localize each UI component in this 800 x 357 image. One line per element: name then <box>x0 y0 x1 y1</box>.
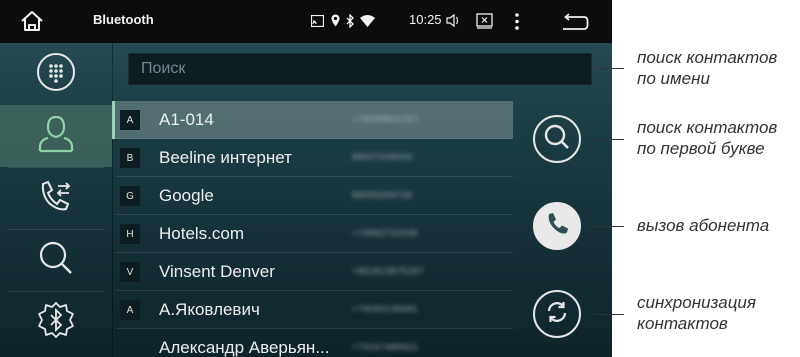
search-input[interactable]: Поиск <box>128 53 592 85</box>
contact-row[interactable]: G Google 88005009726 <box>112 177 513 215</box>
contacts-icon <box>36 113 76 160</box>
head-unit-screen: Bluetooth 10:25 Поиск A A1-014 +79259822… <box>0 0 612 357</box>
contact-phone: +79167489921 <box>352 342 419 352</box>
cast-icon <box>310 14 324 28</box>
callout-search-by-name: поиск контактов по имени <box>637 47 777 89</box>
callout-line-search-by-name <box>596 68 624 69</box>
sidebar-item-contacts[interactable] <box>0 105 112 167</box>
contact-phone: +79259822757 <box>352 114 419 124</box>
back-icon[interactable] <box>561 12 589 32</box>
callout-line-search-by-letter <box>594 139 624 140</box>
callout-sync: синхронизация контактов <box>637 292 756 334</box>
phone-icon <box>544 211 570 242</box>
wifi-icon <box>360 14 375 27</box>
letter-search-button[interactable] <box>533 115 581 163</box>
sidebar-item-search[interactable] <box>0 229 112 291</box>
callout-text: синхронизация <box>637 293 756 312</box>
location-icon <box>330 13 340 28</box>
screenshot-icon[interactable] <box>475 12 493 29</box>
call-log-icon <box>36 177 76 220</box>
contact-row[interactable]: А А.Яковлевич +79055135681 <box>112 291 513 329</box>
contact-name: Александр Аверьян... <box>159 338 330 357</box>
contact-row[interactable]: A A1-014 +79259822757 <box>112 101 513 139</box>
contact-name: Beeline интернет <box>159 148 292 167</box>
contact-row[interactable]: Александр Аверьян... +79167489921 <box>112 329 513 357</box>
sidebar-item-dialpad[interactable] <box>0 43 112 105</box>
home-icon[interactable] <box>19 9 45 33</box>
contact-letter: B <box>120 148 140 168</box>
contact-list: A A1-014 +79259822757 B Beeline интернет… <box>112 101 513 357</box>
sidebar-item-call-log[interactable] <box>0 167 112 229</box>
contact-letter: А <box>120 300 140 320</box>
clock: 10:25 <box>409 12 442 27</box>
contact-row[interactable]: B Beeline интернет 88007008000 <box>112 139 513 177</box>
app-title: Bluetooth <box>93 12 154 27</box>
callout-text: по имени <box>637 69 710 88</box>
callout-call: вызов абонента <box>637 215 769 236</box>
callout-text: контактов <box>637 314 728 333</box>
contact-name: Vinsent Denver <box>159 262 275 281</box>
contact-phone: 88007008000 <box>352 152 413 162</box>
volume-icon[interactable] <box>444 12 460 28</box>
callout-text: поиск контактов <box>637 48 778 67</box>
contact-name: Google <box>159 186 214 205</box>
search-icon <box>542 122 572 157</box>
callout-line-call <box>594 226 624 227</box>
contact-letter: G <box>120 186 140 206</box>
sidebar-item-bluetooth-settings[interactable] <box>0 291 112 353</box>
contact-name: A1-014 <box>159 110 214 129</box>
selection-indicator <box>112 101 115 139</box>
contact-letter: A <box>120 110 140 130</box>
callout-search-by-letter: поиск контактов по первой букве <box>637 117 777 159</box>
callout-text: поиск контактов <box>637 118 778 137</box>
bluetooth-settings-icon <box>36 300 76 345</box>
contact-row[interactable]: V Vinsent Denver +861813875287 <box>112 253 513 291</box>
contact-row[interactable]: H Hotels.com +74992722035 <box>112 215 513 253</box>
contact-name: А.Яковлевич <box>159 300 260 319</box>
status-bar: Bluetooth 10:25 <box>0 0 612 43</box>
call-button[interactable] <box>533 202 581 250</box>
contact-name: Hotels.com <box>159 224 245 243</box>
sync-button[interactable] <box>533 290 581 338</box>
more-icon[interactable] <box>513 11 521 31</box>
search-icon <box>36 238 76 283</box>
sidebar <box>0 43 112 357</box>
bluetooth-icon <box>345 13 355 28</box>
contact-letter: V <box>120 262 140 282</box>
callout-text: вызов абонента <box>637 216 770 235</box>
contact-phone: +861813875287 <box>352 266 424 276</box>
callout-line-sync <box>594 314 624 315</box>
contact-phone: 88005009726 <box>352 190 413 200</box>
callout-text: по первой букве <box>637 139 765 158</box>
contact-phone: +79055135681 <box>352 304 419 314</box>
contact-letter: H <box>120 224 140 244</box>
dialpad-icon <box>36 52 76 97</box>
sync-icon <box>542 297 572 332</box>
contact-phone: +74992722035 <box>352 228 419 238</box>
